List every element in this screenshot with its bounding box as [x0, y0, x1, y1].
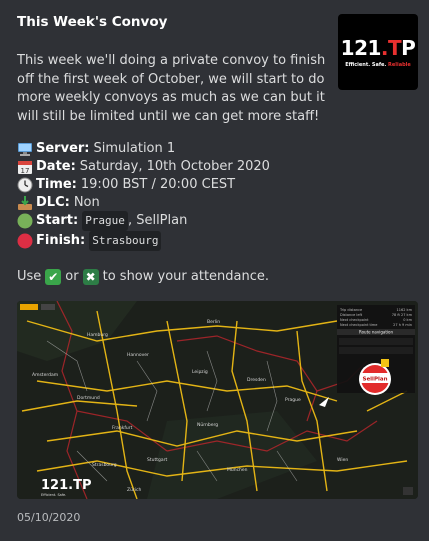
map-city-dresden: Dresden: [247, 377, 266, 383]
map-city-nurnberg: Nürnberg: [197, 422, 218, 428]
field-dlc: DLC: Non: [17, 194, 100, 212]
field-server: Server: Simulation 1: [17, 140, 175, 158]
logo-text: 121.TP: [340, 36, 416, 60]
svg-text:SellPlan: SellPlan: [362, 377, 387, 383]
map-city-stuttgart: Stuttgart: [147, 457, 167, 463]
clock-icon: [17, 177, 33, 193]
svg-text:Distance left: Distance left: [340, 313, 363, 317]
map-city-zurich: Zürich: [127, 487, 142, 493]
embed-timestamp: 05/10/2020: [17, 511, 81, 524]
svg-text:17: 17: [21, 167, 30, 175]
map-city-hannover: Hannover: [127, 352, 149, 358]
map-city-dortmund: Dortmund: [77, 395, 100, 401]
map-city-munchen: München: [227, 467, 248, 473]
svg-text:Next checkpoint time: Next checkpoint time: [340, 323, 377, 327]
svg-text:121.TP: 121.TP: [41, 478, 91, 493]
route-map-image[interactable]: Hamburg Berlin Amsterdam Hannover Dortmu…: [17, 301, 418, 499]
map-city-strasbourg: Strasbourg: [92, 462, 117, 468]
svg-text:Route navigation: Route navigation: [359, 330, 393, 335]
start-city: Prague: [82, 211, 128, 231]
inbox-download-icon: [17, 195, 33, 211]
red-circle-icon: [17, 233, 33, 249]
svg-text:Efficient. Safe.: Efficient. Safe.: [41, 493, 66, 497]
field-finish: Finish: Strasbourg: [17, 231, 162, 251]
map-hud-badge-2: [41, 304, 55, 310]
map-hud-badge: [20, 304, 38, 310]
cross-mark-icon[interactable]: ✖: [82, 269, 99, 285]
attendance-line: Use ✔ or ✖ to show your attendance.: [17, 269, 270, 285]
logo-tagline: Efficient. Safe. Reliable: [345, 62, 411, 68]
calendar-icon: 17: [17, 159, 33, 175]
map-city-leipzig: Leipzig: [192, 369, 208, 375]
map-city-hamburg: Hamburg: [87, 332, 108, 338]
svg-text:78 ft 27 km: 78 ft 27 km: [392, 313, 413, 317]
map-city-wien: Wien: [337, 457, 348, 463]
svg-text:1162 km: 1162 km: [397, 308, 413, 312]
green-circle-icon: [17, 213, 33, 229]
map-zoom-control[interactable]: [403, 487, 413, 495]
field-date: 17 Date: Saturday, 10th October 2020: [17, 158, 270, 176]
svg-text:0 km: 0 km: [403, 318, 412, 322]
svg-text:Next checkpoint: Next checkpoint: [340, 318, 369, 322]
thumbnail-logo[interactable]: 121.TP Efficient. Safe. Reliable: [338, 14, 418, 90]
map-canvas: Hamburg Berlin Amsterdam Hannover Dortmu…: [17, 301, 418, 499]
map-city-prague: Prague: [285, 397, 301, 403]
map-city-frankfurt: Frankfurt: [112, 425, 133, 431]
computer-icon: [17, 141, 33, 157]
field-time: Time: 19:00 BST / 20:00 CEST: [17, 176, 235, 194]
map-city-amsterdam: Amsterdam: [32, 372, 58, 378]
svg-text:Trip distance: Trip distance: [339, 308, 362, 312]
map-city-berlin: Berlin: [207, 319, 220, 325]
field-start: Start: Prague, SellPlan: [17, 211, 187, 231]
finish-city: Strasbourg: [89, 231, 162, 251]
embed-title: This Week's Convoy: [17, 14, 168, 30]
svg-text:27 h 9 min: 27 h 9 min: [393, 323, 412, 327]
check-mark-icon[interactable]: ✔: [45, 269, 62, 285]
embed-description: This week we'll doing a private convoy t…: [17, 53, 326, 124]
convoy-embed: This Week's Convoy 121.TP Efficient. Saf…: [0, 0, 429, 541]
